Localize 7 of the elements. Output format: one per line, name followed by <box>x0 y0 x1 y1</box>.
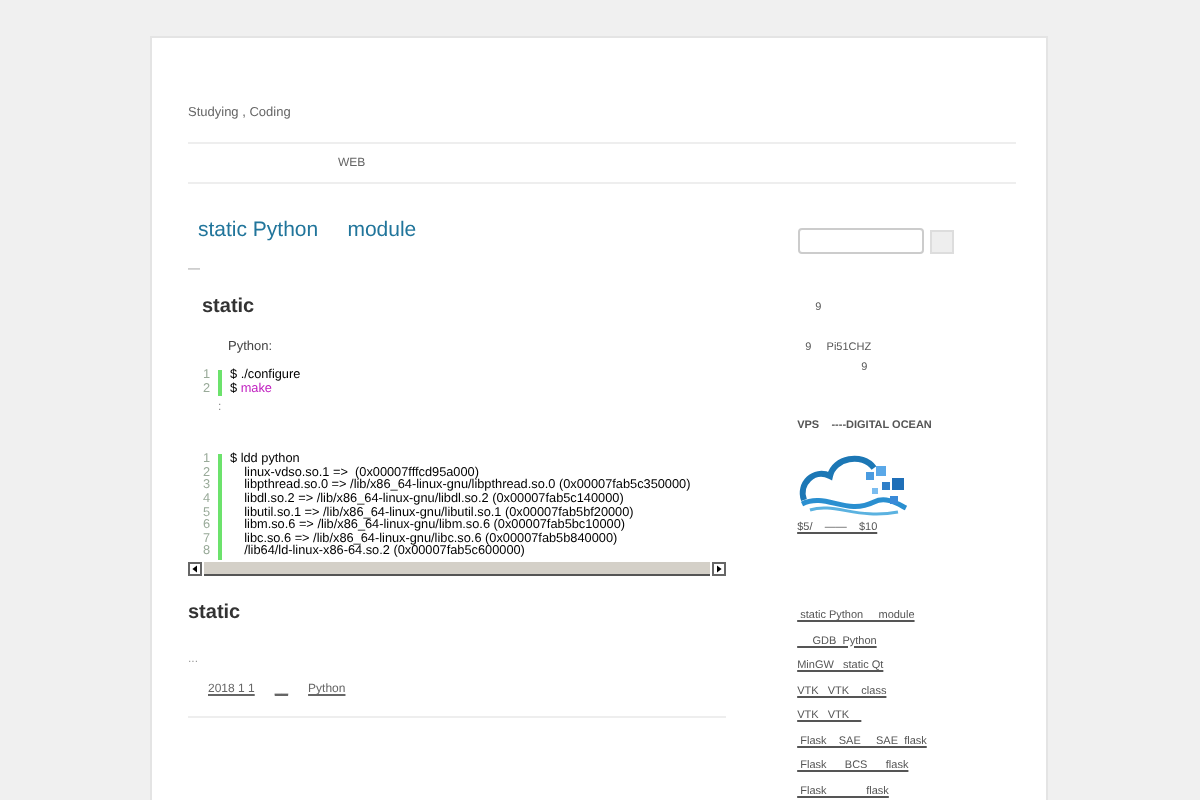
right-arrow-icon[interactable] <box>711 561 726 576</box>
post-heading: static <box>188 601 243 624</box>
section-heading: static <box>200 296 257 318</box>
horizontal-scrollbar[interactable] <box>188 561 726 576</box>
left-arrow-icon[interactable] <box>188 561 202 576</box>
search-field[interactable] <box>797 228 924 254</box>
post-title[interactable]: static Python module <box>188 218 726 242</box>
